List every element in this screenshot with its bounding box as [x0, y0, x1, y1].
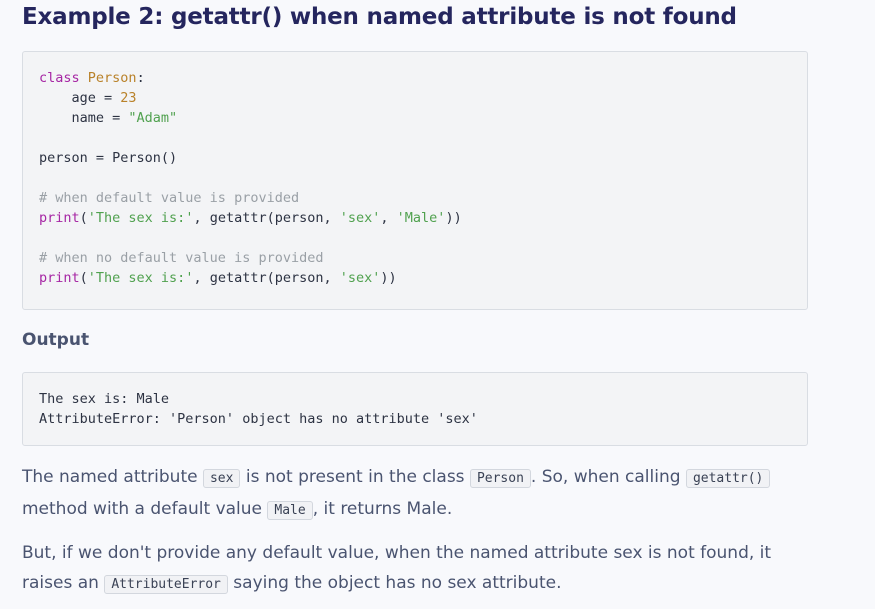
para1-text-2: is not present in the class [240, 467, 470, 487]
code-token: 'sex' [339, 270, 381, 286]
output-text: The sex is: Male AttributeError: 'Person'… [23, 373, 807, 429]
explanation-paragraph-2: But, if we don't provide any default val… [22, 538, 812, 600]
code-line: age = 23 [39, 88, 807, 108]
code-line: person = Person() [39, 148, 807, 168]
code-line: # when default value is provided [39, 188, 807, 208]
code-token: print [39, 270, 80, 286]
code-token: print [39, 210, 80, 226]
code-token: 'Male' [396, 210, 446, 226]
code-token: "Adam" [128, 110, 178, 126]
code-token: name = [39, 110, 129, 126]
inline-code-person: Person [469, 469, 531, 488]
code-token: class [39, 70, 80, 86]
para2-text-2: saying the object has no sex attribute. [227, 573, 562, 593]
code-line: name = "Adam" [39, 108, 807, 128]
code-line: # when no default value is provided [39, 248, 807, 268]
code-token: # when no default value is provided [39, 250, 324, 266]
code-token: 'The sex is:' [87, 270, 194, 286]
para1-text-5: , it returns Male. [312, 499, 453, 519]
code-line: class Person: [39, 68, 807, 88]
code-token: 'sex' [339, 210, 381, 226]
explanation-paragraph-1: The named attribute sex is not present i… [22, 462, 812, 526]
code-token: # when default value is provided [39, 190, 300, 206]
code-line: print('The sex is:', getattr(person, 'se… [39, 268, 807, 288]
code-token: ( [79, 210, 88, 226]
code-token: , [380, 210, 397, 226]
code-token: , getattr(person, [193, 270, 340, 286]
code-token: )) [380, 270, 397, 286]
code-token: Person [87, 70, 137, 86]
code-token: 23 [120, 90, 137, 106]
code-token: 'The sex is:' [87, 210, 194, 226]
code-token: person = Person() [39, 150, 178, 166]
code-token: ( [79, 270, 88, 286]
example-heading: Example 2: getattr() when named attribut… [22, 4, 737, 30]
inline-code-male: Male [267, 501, 313, 520]
code-example-block: class Person: age = 23 name = "Adam" pers… [22, 51, 808, 310]
code-token: , getattr(person, [193, 210, 340, 226]
output-block: The sex is: Male AttributeError: 'Person'… [22, 372, 808, 446]
para1-text-1: The named attribute [22, 467, 203, 487]
code-token: )) [445, 210, 462, 226]
para1-text-3: . So, when calling [530, 467, 686, 487]
output-line: The sex is: Male [39, 391, 170, 407]
inline-code-attributeerror: AttributeError [104, 575, 228, 594]
inline-code-sex: sex [202, 469, 241, 488]
para1-text-4: method with a default value [22, 499, 268, 519]
code-example: class Person: age = 23 name = "Adam" pers… [23, 52, 807, 288]
code-token: age = [39, 90, 121, 106]
code-line: print('The sex is:', getattr(person, 'se… [39, 208, 807, 228]
output-line: AttributeError: 'Person' object has no a… [39, 411, 478, 427]
inline-code-getattr: getattr() [685, 469, 771, 488]
code-token: : [136, 70, 145, 86]
output-heading: Output [22, 330, 90, 350]
